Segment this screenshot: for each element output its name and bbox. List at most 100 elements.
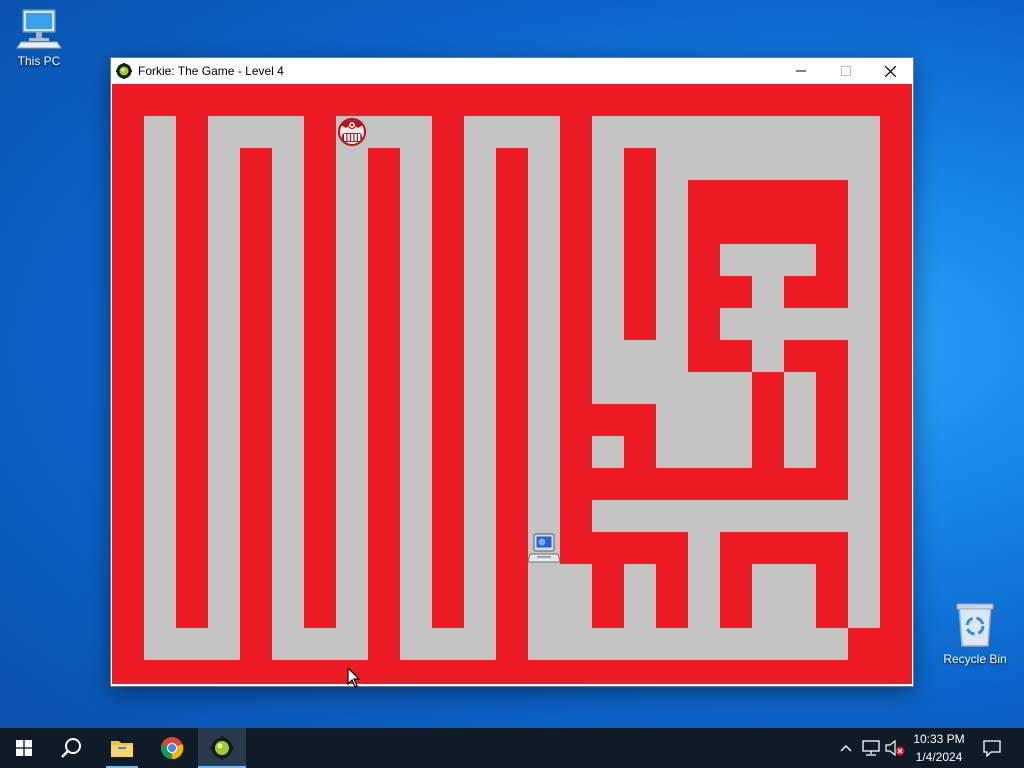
maze-floor-tile [336, 628, 368, 660]
maze-floor-tile [848, 564, 880, 596]
taskbar-file-explorer[interactable] [98, 728, 146, 768]
maze-floor-tile [208, 500, 240, 532]
desktop-icon-recycle-bin[interactable]: Recycle Bin [940, 600, 1010, 666]
network-icon [862, 740, 880, 756]
maze-floor-tile [144, 596, 176, 628]
maximize-button[interactable] [823, 58, 868, 84]
maze-floor-tile [688, 436, 720, 468]
maze-floor-tile [656, 148, 688, 180]
close-icon [885, 65, 896, 77]
maze-floor-tile [272, 276, 304, 308]
maze-floor-tile [784, 628, 816, 660]
maze-floor-tile [752, 308, 784, 340]
tray-network[interactable] [860, 728, 882, 768]
maze-floor-tile [144, 308, 176, 340]
maze-floor-tile [464, 532, 496, 564]
maze-floor-tile [144, 148, 176, 180]
maze-floor-tile [528, 372, 560, 404]
maze-floor-tile [784, 308, 816, 340]
maze-floor-tile [208, 308, 240, 340]
maze-floor-tile [400, 628, 432, 660]
maze-floor-tile [848, 596, 880, 628]
taskbar-forkie-game[interactable] [198, 728, 246, 768]
chrome-icon [160, 737, 184, 760]
maze-floor-tile [784, 436, 816, 468]
maze-floor-tile [528, 244, 560, 276]
maze-floor-tile [400, 308, 432, 340]
maze-floor-tile [400, 468, 432, 500]
maze-floor-tile [208, 340, 240, 372]
maze-floor-tile [400, 148, 432, 180]
taskbar-clock[interactable]: 10:33 PM 1/4/2024 [904, 728, 974, 768]
maze-floor-tile [464, 148, 496, 180]
maze-floor-tile [592, 628, 624, 660]
maze-floor-tile [240, 116, 272, 148]
tray-volume[interactable] [884, 728, 906, 768]
maze-floor-tile [688, 148, 720, 180]
window-title: Forkie: The Game - Level 4 [138, 64, 284, 78]
start-button[interactable] [0, 728, 48, 768]
maze-floor-tile [208, 116, 240, 148]
maze-floor-tile [144, 500, 176, 532]
maze-floor-tile [208, 628, 240, 660]
maze-floor-tile [816, 148, 848, 180]
maze-floor-tile [400, 340, 432, 372]
maze-floor-tile [272, 468, 304, 500]
tray-chevron[interactable] [836, 728, 856, 768]
maze-floor-tile [848, 500, 880, 532]
maze-floor-tile [272, 116, 304, 148]
maze [112, 84, 912, 684]
maze-floor-tile [464, 596, 496, 628]
minimize-button[interactable] [778, 58, 823, 84]
maze-floor-tile [784, 564, 816, 596]
maze-floor-tile [656, 180, 688, 212]
maze-floor-tile [528, 148, 560, 180]
maze-floor-tile [784, 244, 816, 276]
maze-floor-tile [336, 564, 368, 596]
maze-floor-tile [144, 532, 176, 564]
desktop-icon-this-pc[interactable]: This PC [4, 8, 74, 68]
maze-floor-tile [784, 148, 816, 180]
search-button[interactable] [48, 728, 96, 768]
maze-floor-tile [816, 628, 848, 660]
minimize-icon [795, 70, 806, 72]
maze-floor-tile [656, 212, 688, 244]
maze-floor-tile [144, 564, 176, 596]
maze-floor-tile [400, 180, 432, 212]
maze-floor-tile [848, 340, 880, 372]
maze-floor-tile [208, 532, 240, 564]
maze-floor-tile [848, 372, 880, 404]
maze-floor-tile [752, 148, 784, 180]
maze-floor-tile [592, 436, 624, 468]
maze-floor-tile [272, 148, 304, 180]
maze-floor-tile [336, 468, 368, 500]
forkie-face-sprite [338, 118, 366, 146]
maze-floor-tile [528, 308, 560, 340]
maze-floor-tile [688, 372, 720, 404]
maze-floor-tile [464, 564, 496, 596]
maze-floor-tile [656, 276, 688, 308]
maze-floor-tile [816, 500, 848, 532]
maze-floor-tile [656, 500, 688, 532]
maze-floor-tile [688, 116, 720, 148]
game-canvas[interactable] [112, 84, 912, 684]
maze-floor-tile [848, 468, 880, 500]
maze-floor-tile [336, 596, 368, 628]
action-center-button[interactable] [976, 728, 1008, 768]
maze-floor-tile [528, 628, 560, 660]
maze-floor-tile [656, 628, 688, 660]
maze-floor-tile [528, 404, 560, 436]
computer-icon [16, 9, 62, 49]
window-titlebar[interactable]: Forkie: The Game - Level 4 [111, 58, 913, 84]
maze-floor-tile [464, 404, 496, 436]
maze-floor-tile [720, 372, 752, 404]
taskbar-chrome[interactable] [148, 728, 196, 768]
maze-floor-tile [144, 116, 176, 148]
maze-floor-tile [272, 340, 304, 372]
maze-floor-tile [752, 244, 784, 276]
maze-floor-tile [528, 596, 560, 628]
maze-floor-tile [400, 212, 432, 244]
maze-floor-tile [688, 500, 720, 532]
close-button[interactable] [868, 58, 913, 84]
maze-floor-tile [688, 596, 720, 628]
